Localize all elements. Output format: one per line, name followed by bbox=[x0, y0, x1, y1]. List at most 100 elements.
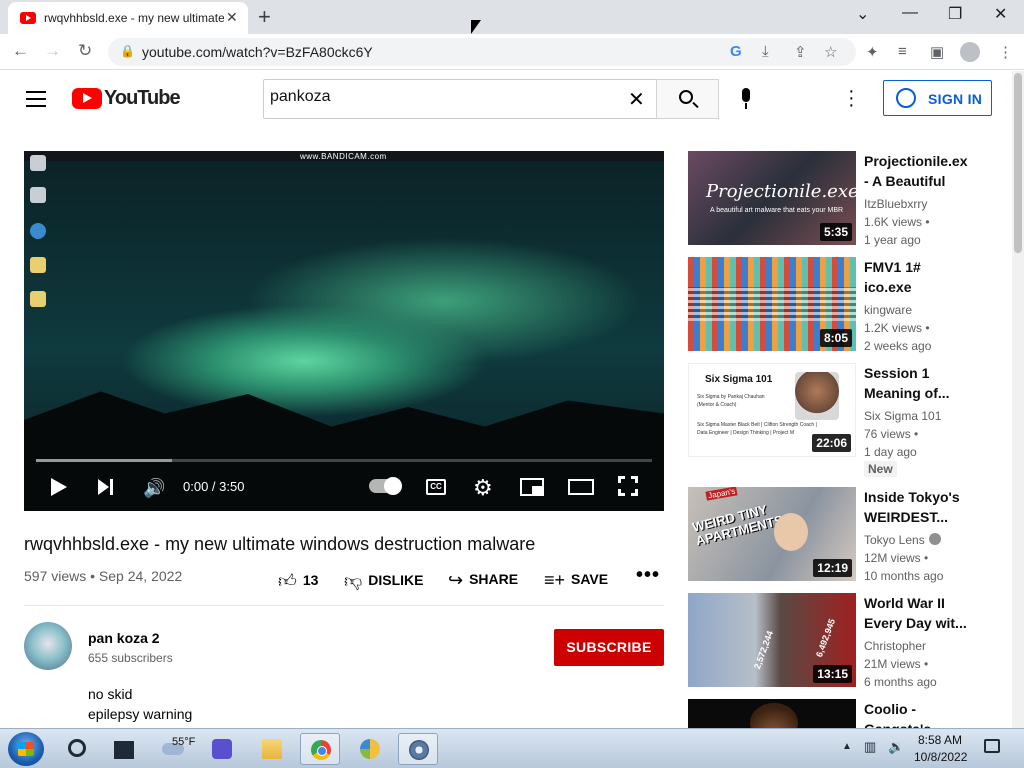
notifications-icon[interactable] bbox=[984, 739, 1000, 753]
recommendation-channel[interactable]: ItzBluebxrry bbox=[864, 197, 927, 211]
install-app-icon[interactable]: ⤓ bbox=[762, 43, 769, 60]
more-actions-button[interactable]: ••• bbox=[636, 564, 660, 587]
lock-icon[interactable]: 🔒 bbox=[120, 44, 135, 58]
speaker-icon[interactable]: 🔉 bbox=[888, 739, 904, 755]
settings-gear-icon[interactable]: ⚙ bbox=[473, 475, 493, 501]
recommendation-item[interactable]: Six Sigma 101 Six Sigma by Pankaj Chauha… bbox=[688, 363, 1008, 479]
save-button[interactable]: ≡+ SAVE bbox=[544, 570, 608, 591]
share-button[interactable]: ↪ SHARE bbox=[448, 570, 518, 591]
video-thumbnail[interactable] bbox=[688, 699, 856, 728]
progress-loaded bbox=[36, 459, 172, 462]
address-url[interactable]: youtube.com/watch?v=BzFA80ckc6Y bbox=[142, 44, 373, 60]
taskbar-file-explorer-button[interactable] bbox=[252, 733, 292, 765]
video-thumbnail[interactable]: Japan's WEIRD TINY APARTMENTS 12:19 bbox=[688, 487, 856, 581]
new-badge: New bbox=[864, 461, 897, 477]
taskbar-settings-button[interactable] bbox=[398, 733, 438, 765]
network-icon[interactable]: ▥ bbox=[864, 739, 880, 755]
video-player[interactable]: www.BANDICAM.com 🔊 0:00 / 3:50 CC ⚙ bbox=[24, 151, 664, 511]
recommendation-title[interactable]: Projectionile.exe - A Beautiful A... bbox=[864, 151, 968, 191]
recommendation-channel[interactable]: Tokyo Lens bbox=[864, 533, 941, 547]
extensions-icon[interactable]: ✦ bbox=[866, 43, 879, 61]
media-controls-icon[interactable]: ≡ bbox=[898, 43, 907, 60]
recommendation-channel[interactable]: kingware bbox=[864, 303, 912, 317]
recommendation-title[interactable]: Coolio - Gangsta's... bbox=[864, 699, 968, 728]
dislike-button[interactable]: 👎︎ DISLIKE bbox=[344, 570, 424, 592]
new-tab-button[interactable]: + bbox=[258, 4, 271, 30]
recommendation-title[interactable]: FMV1 1# ico.exe bbox=[864, 257, 968, 297]
scrollbar-thumb[interactable] bbox=[1014, 73, 1022, 253]
divider bbox=[24, 605, 664, 606]
taskbar-meet-button[interactable] bbox=[202, 733, 242, 765]
clock-date[interactable]: 10/8/2022 bbox=[914, 750, 967, 764]
close-window-icon[interactable]: ✕ bbox=[994, 4, 1007, 24]
start-button[interactable] bbox=[8, 732, 44, 766]
tab-search-icon[interactable]: ⌄ bbox=[856, 4, 869, 24]
recommendation-title[interactable]: Inside Tokyo's WEIRDEST... bbox=[864, 487, 968, 527]
add-to-playlist-icon: ≡+ bbox=[544, 570, 566, 590]
recommendation-title[interactable]: World War II Every Day wit... bbox=[864, 593, 968, 633]
chrome-canary-icon bbox=[360, 739, 380, 759]
settings-menu-icon[interactable]: · · · bbox=[848, 81, 855, 115]
channel-name[interactable]: pan koza 2 bbox=[88, 630, 160, 646]
next-video-icon[interactable] bbox=[98, 479, 113, 495]
recommendation-item[interactable]: 8:05 FMV1 1# ico.exe kingware 1.2K views… bbox=[688, 257, 1008, 353]
thumbnail-heading: Six Sigma 101 bbox=[705, 374, 773, 385]
browser-tab-active[interactable]: rwqvhhbsld.exe - my new ultimate ✕ bbox=[8, 2, 248, 34]
miniplayer-icon[interactable] bbox=[520, 478, 544, 496]
side-panel-icon[interactable]: ▣ bbox=[930, 43, 944, 61]
play-icon[interactable] bbox=[51, 478, 67, 496]
task-view-button[interactable] bbox=[104, 733, 144, 765]
recommendation-item[interactable]: Coolio - Gangsta's... bbox=[688, 699, 1008, 728]
address-bar[interactable]: 🔒 youtube.com/watch?v=BzFA80ckc6Y G ⤓ ⇪ … bbox=[108, 38, 856, 66]
youtube-logo-icon[interactable] bbox=[72, 88, 102, 109]
captions-icon[interactable]: CC bbox=[426, 479, 446, 495]
recommendation-item[interactable]: Projectionile.exe A beautiful art malwar… bbox=[688, 151, 1008, 247]
weather-widget[interactable]: 55°F bbox=[158, 733, 202, 765]
recommendation-channel[interactable]: Six Sigma 101 bbox=[864, 409, 941, 423]
share-icon[interactable]: ⇪ bbox=[794, 43, 807, 61]
desktop-folder-icon bbox=[30, 257, 46, 273]
video-thumbnail[interactable]: Six Sigma 101 Six Sigma by Pankaj Chauha… bbox=[688, 363, 856, 457]
browser-menu-icon[interactable]: ⋮ bbox=[998, 43, 1013, 61]
like-button[interactable]: 👍︎ 13 bbox=[278, 570, 318, 592]
taskbar-search-button[interactable] bbox=[58, 733, 98, 765]
taskbar-browser-button[interactable] bbox=[350, 733, 390, 765]
clock-time[interactable]: 8:58 AM bbox=[918, 733, 962, 747]
volume-icon[interactable]: 🔊 bbox=[143, 478, 165, 499]
bookmark-star-icon[interactable]: ☆ bbox=[824, 43, 837, 61]
browser-toolbar: ← → ↻ 🔒 youtube.com/watch?v=BzFA80ckc6Y … bbox=[0, 34, 1024, 70]
video-progress-bar[interactable] bbox=[36, 459, 652, 462]
video-thumbnail[interactable]: Projectionile.exe A beautiful art malwar… bbox=[688, 151, 856, 245]
description-line: no skid bbox=[88, 686, 133, 702]
recommendation-item[interactable]: 6,492,945 2,572,244 13:15 World War II E… bbox=[688, 593, 1008, 689]
profile-avatar-icon[interactable] bbox=[960, 42, 980, 62]
guide-menu-icon[interactable] bbox=[26, 91, 46, 107]
recommendation-channel[interactable]: Christopher bbox=[864, 639, 926, 653]
recommendation-item[interactable]: Japan's WEIRD TINY APARTMENTS 12:19 Insi… bbox=[688, 487, 1008, 583]
youtube-logo-text[interactable]: YouTube bbox=[104, 87, 181, 110]
video-thumbnail[interactable]: 8:05 bbox=[688, 257, 856, 351]
subscribe-button[interactable]: SUBSCRIBE bbox=[554, 629, 664, 666]
recommendation-title[interactable]: Session 1 Meaning of... bbox=[864, 363, 968, 403]
show-hidden-icons-icon[interactable]: ▲ bbox=[842, 741, 852, 752]
search-input[interactable] bbox=[270, 88, 610, 106]
voice-search-icon[interactable] bbox=[738, 88, 754, 112]
thumbnail-portrait bbox=[774, 513, 808, 551]
search-clear-icon[interactable]: ✕ bbox=[628, 87, 645, 112]
search-button[interactable] bbox=[656, 79, 719, 119]
maximize-icon[interactable]: ❐ bbox=[948, 4, 962, 24]
forward-icon[interactable]: → bbox=[44, 41, 61, 61]
minimize-icon[interactable]: — bbox=[902, 4, 918, 22]
taskbar-chrome-button[interactable] bbox=[300, 733, 340, 765]
back-icon[interactable]: ← bbox=[12, 41, 29, 61]
page-scrollbar[interactable] bbox=[1012, 71, 1024, 728]
reload-icon[interactable]: ↻ bbox=[78, 41, 92, 61]
autoplay-toggle[interactable] bbox=[369, 477, 402, 495]
search-box[interactable]: ✕ bbox=[263, 79, 656, 119]
google-lens-icon[interactable]: G bbox=[730, 43, 742, 60]
theater-mode-icon[interactable] bbox=[568, 479, 594, 495]
sign-in-button[interactable]: SIGN IN bbox=[883, 80, 992, 116]
video-thumbnail[interactable]: 6,492,945 2,572,244 13:15 bbox=[688, 593, 856, 687]
channel-avatar[interactable] bbox=[24, 622, 72, 670]
tab-close-icon[interactable]: ✕ bbox=[226, 9, 238, 26]
